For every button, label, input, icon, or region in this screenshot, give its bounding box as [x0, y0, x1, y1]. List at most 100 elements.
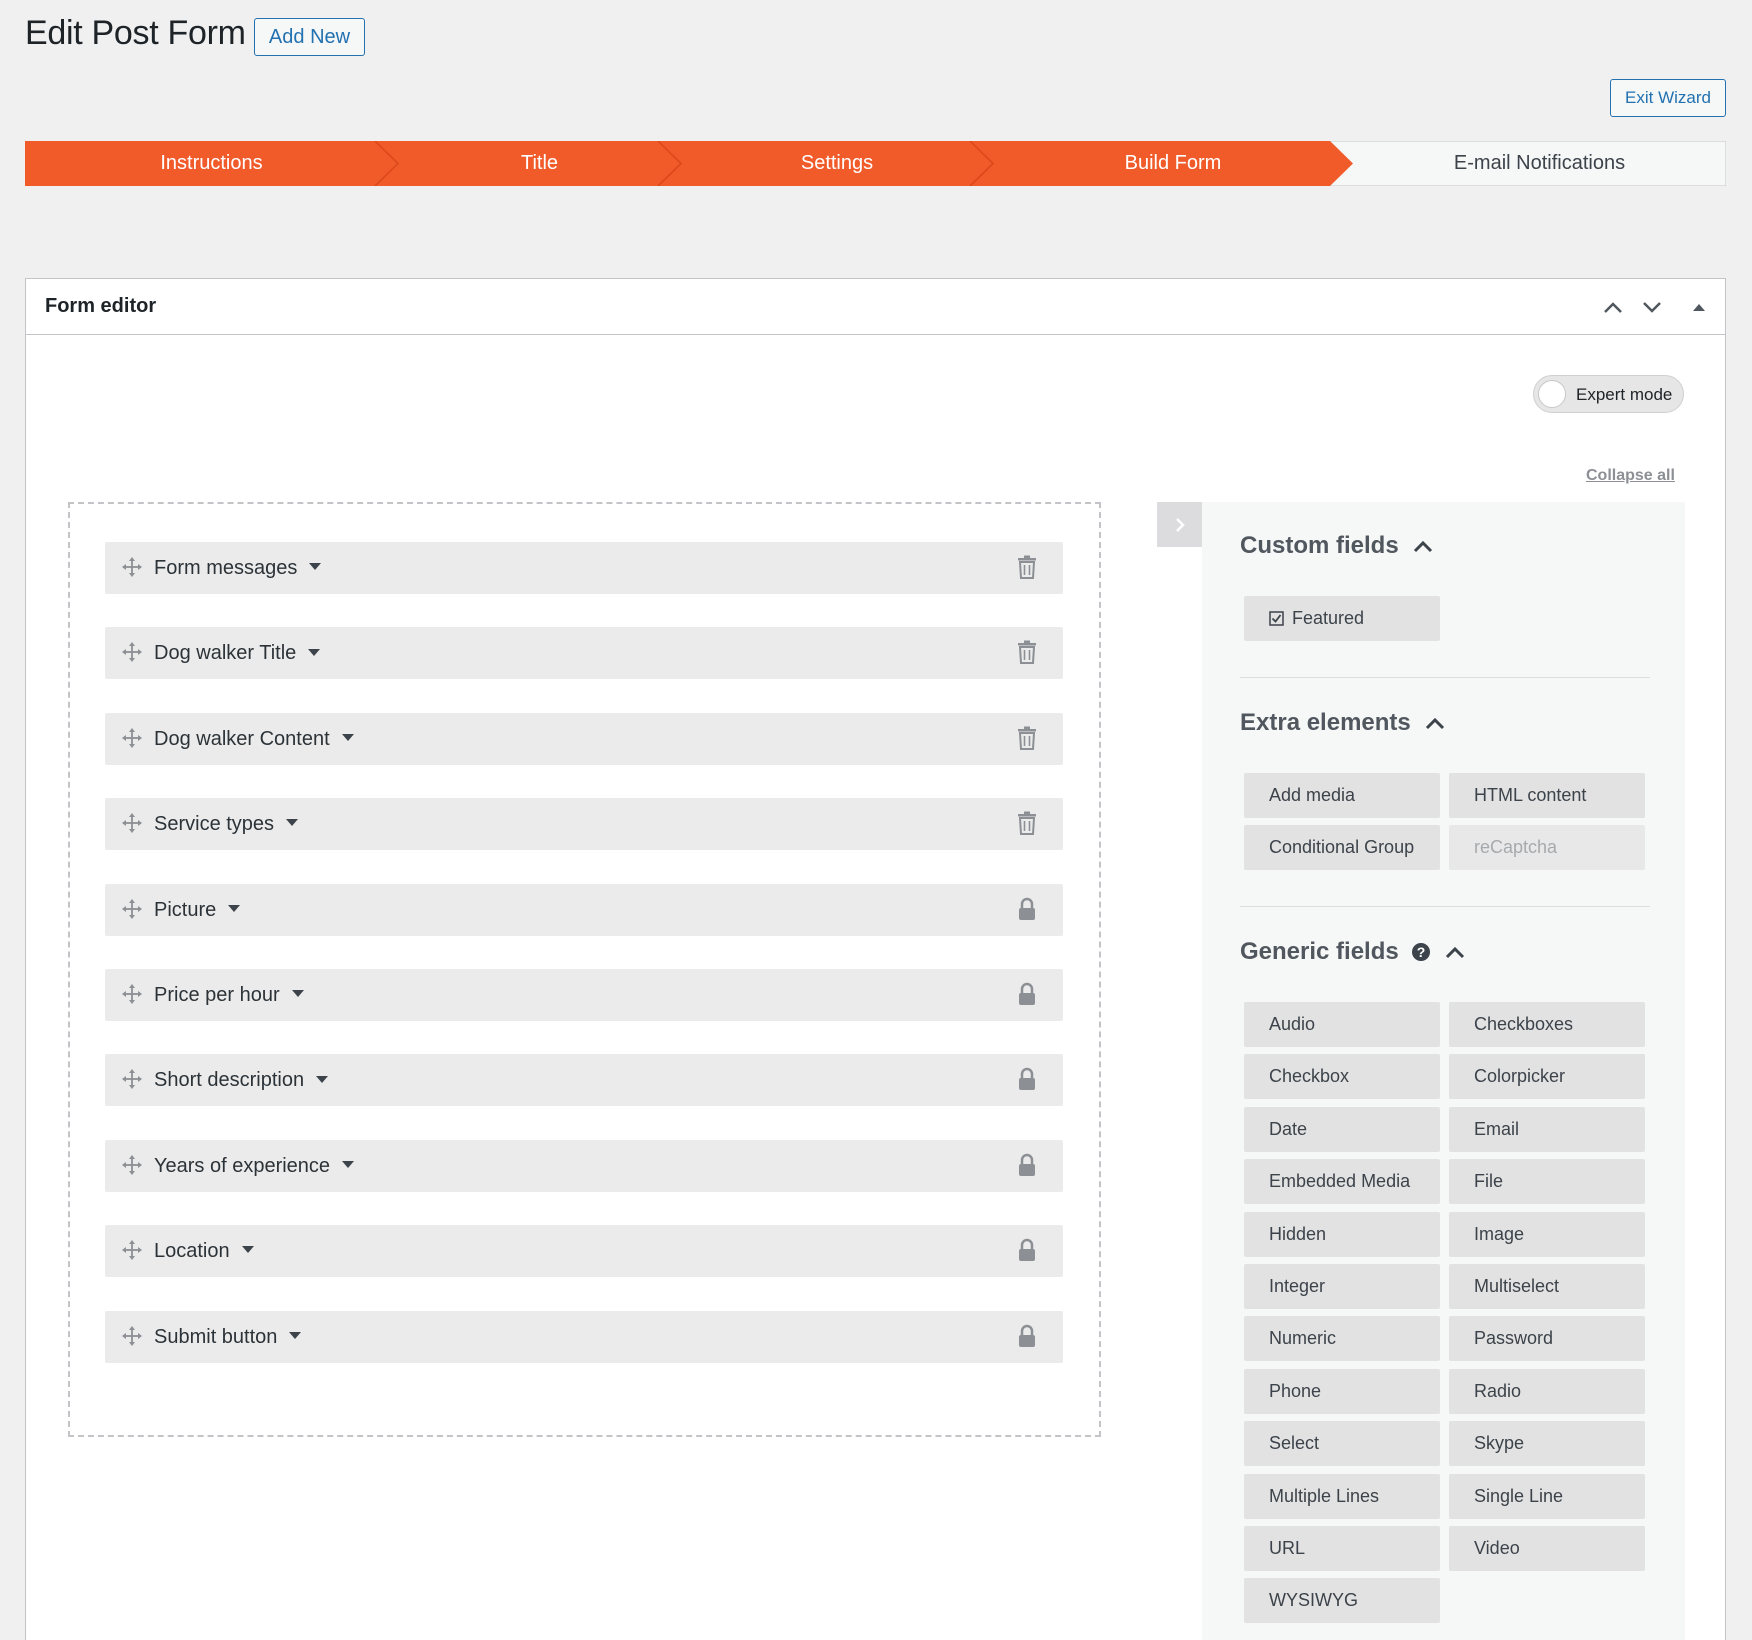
- add-field-url[interactable]: URL: [1244, 1526, 1440, 1571]
- drag-handle[interactable]: [122, 984, 142, 1009]
- add-field-select[interactable]: Select: [1244, 1421, 1440, 1467]
- chevron-up-icon: [1413, 540, 1432, 553]
- chevron-up-icon: [1604, 302, 1622, 313]
- custom-fields-title[interactable]: Custom fields: [1240, 532, 1433, 560]
- sidebar-toggle-button[interactable]: [1157, 502, 1202, 547]
- form-field-row-location[interactable]: Location: [105, 1225, 1063, 1278]
- step-instructions[interactable]: Instructions: [25, 141, 398, 186]
- step-settings[interactable]: Settings: [681, 141, 993, 186]
- add-field-featured[interactable]: Featured: [1244, 596, 1440, 641]
- help-icon[interactable]: ?: [1411, 942, 1431, 962]
- drag-handle[interactable]: [122, 1069, 142, 1094]
- svg-text:?: ?: [1416, 944, 1425, 960]
- add-field-numeric[interactable]: Numeric: [1244, 1316, 1440, 1362]
- add-field-image[interactable]: Image: [1449, 1211, 1645, 1257]
- form-field-row-dog-walker-title[interactable]: Dog walker Title: [105, 627, 1063, 680]
- add-field-embedded-media[interactable]: Embedded Media: [1244, 1159, 1440, 1205]
- form-field-row-price-per-hour[interactable]: Price per hour: [105, 969, 1063, 1021]
- locked-field-indicator: [1017, 982, 1037, 1011]
- toggle-panel-button[interactable]: [1683, 291, 1715, 323]
- field-label[interactable]: Dog walker Title: [154, 642, 321, 665]
- add-field-hidden[interactable]: Hidden: [1244, 1211, 1440, 1257]
- step-build-form[interactable]: Build Form: [993, 141, 1353, 186]
- add-field-phone[interactable]: Phone: [1244, 1368, 1440, 1414]
- add-field-radio[interactable]: Radio: [1449, 1368, 1645, 1414]
- field-label[interactable]: Service types: [154, 813, 299, 836]
- form-field-row-picture[interactable]: Picture: [105, 883, 1063, 936]
- lock-icon: [1019, 1239, 1035, 1262]
- add-field-skype[interactable]: Skype: [1449, 1421, 1645, 1467]
- step-email-notifications[interactable]: E-mail Notifications: [1353, 141, 1726, 186]
- add-field-colorpicker[interactable]: Colorpicker: [1449, 1054, 1645, 1100]
- drag-handle[interactable]: [122, 898, 142, 924]
- add-field-single-line[interactable]: Single Line: [1449, 1473, 1645, 1519]
- caret-down-icon[interactable]: [228, 904, 241, 912]
- caret-down-icon[interactable]: [341, 734, 354, 742]
- add-field-email[interactable]: Email: [1449, 1106, 1645, 1152]
- add-field-checkbox[interactable]: Checkbox: [1244, 1054, 1440, 1100]
- add-field-audio[interactable]: Audio: [1244, 1002, 1440, 1047]
- collapse-all-link[interactable]: Collapse all: [1586, 467, 1675, 485]
- step-title[interactable]: Title: [398, 141, 681, 186]
- form-field-row-dog-walker-content[interactable]: Dog walker Content: [105, 712, 1063, 765]
- drag-handle[interactable]: [122, 727, 142, 753]
- caret-down-icon[interactable]: [342, 1161, 355, 1169]
- add-field-wysiwyg[interactable]: WYSIWYG: [1244, 1578, 1440, 1624]
- add-field-multiple-lines[interactable]: Multiple Lines: [1244, 1473, 1440, 1519]
- drag-handle[interactable]: [122, 1325, 142, 1351]
- generic-fields-title[interactable]: Generic fields ?: [1240, 938, 1465, 966]
- checkbox-icon: [1269, 611, 1284, 626]
- locked-field-indicator: [1017, 1238, 1037, 1267]
- field-label[interactable]: Location: [154, 1240, 254, 1263]
- form-field-row-service-types[interactable]: Service types: [105, 798, 1063, 851]
- drag-handle[interactable]: [122, 1154, 142, 1180]
- drag-handle[interactable]: [122, 642, 142, 667]
- add-field-file[interactable]: File: [1449, 1159, 1645, 1205]
- form-field-row-short-description[interactable]: Short description: [105, 1054, 1063, 1107]
- field-label[interactable]: Submit button: [154, 1326, 302, 1349]
- field-label[interactable]: Price per hour: [154, 984, 304, 1007]
- delete-field-button[interactable]: [1017, 555, 1037, 584]
- move-icon: [122, 984, 142, 1004]
- add-field-multiselect[interactable]: Multiselect: [1449, 1264, 1645, 1309]
- field-label[interactable]: Short description: [154, 1069, 329, 1092]
- caret-down-icon[interactable]: [289, 1331, 302, 1339]
- field-label[interactable]: Years of experience: [154, 1155, 355, 1178]
- caret-down-icon[interactable]: [291, 990, 304, 998]
- delete-field-button[interactable]: [1017, 640, 1037, 669]
- add-new-button[interactable]: Add New: [254, 18, 365, 56]
- add-field-date[interactable]: Date: [1244, 1106, 1440, 1152]
- field-label[interactable]: Dog walker Content: [154, 728, 354, 751]
- move-up-button[interactable]: [1597, 291, 1629, 323]
- form-field-row-years-of-experience[interactable]: Years of experience: [105, 1139, 1063, 1192]
- caret-down-icon[interactable]: [316, 1075, 329, 1083]
- add-field-video[interactable]: Video: [1449, 1526, 1645, 1571]
- field-label[interactable]: Picture: [154, 899, 241, 922]
- drag-handle[interactable]: [122, 813, 142, 838]
- move-icon: [122, 1325, 142, 1346]
- field-label[interactable]: Form messages: [154, 557, 322, 580]
- caret-down-icon[interactable]: [309, 563, 322, 571]
- add-field-conditional-group[interactable]: Conditional Group: [1244, 825, 1440, 871]
- drag-handle[interactable]: [122, 557, 142, 582]
- add-field-integer[interactable]: Integer: [1244, 1264, 1440, 1309]
- expert-mode-label: Expert mode: [1576, 385, 1673, 404]
- exit-wizard-button[interactable]: Exit Wizard: [1610, 79, 1726, 117]
- add-field-checkboxes[interactable]: Checkboxes: [1449, 1002, 1645, 1047]
- form-field-row-form-messages[interactable]: Form messages: [105, 542, 1063, 594]
- chevron-up-icon: [1425, 717, 1444, 730]
- delete-field-button[interactable]: [1017, 811, 1037, 840]
- extra-elements-title[interactable]: Extra elements: [1240, 709, 1445, 737]
- add-field-html-content[interactable]: HTML content: [1449, 773, 1645, 818]
- caret-down-icon[interactable]: [241, 1246, 254, 1254]
- delete-field-button[interactable]: [1017, 726, 1037, 755]
- form-field-row-submit-button[interactable]: Submit button: [105, 1310, 1063, 1363]
- move-down-button[interactable]: [1636, 291, 1668, 323]
- form-fields-drop-area[interactable]: Form messages Dog walker Title Dog walker …: [68, 502, 1101, 1437]
- add-field-password[interactable]: Password: [1449, 1316, 1645, 1362]
- caret-down-icon[interactable]: [286, 819, 299, 827]
- caret-down-icon[interactable]: [308, 648, 321, 656]
- add-field-add-media[interactable]: Add media: [1244, 773, 1440, 818]
- drag-handle[interactable]: [122, 1240, 142, 1265]
- expert-mode-toggle[interactable]: Expert mode: [1533, 375, 1684, 413]
